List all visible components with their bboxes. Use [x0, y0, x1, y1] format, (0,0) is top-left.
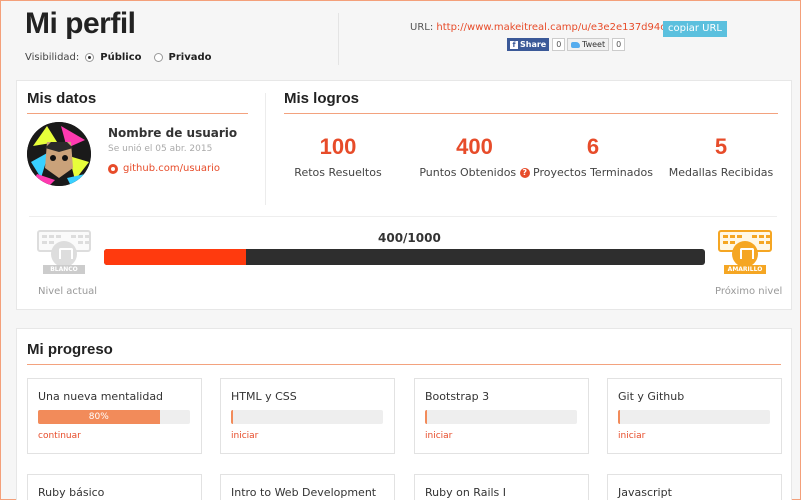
help-icon[interactable]: ? [519, 168, 530, 178]
progress-panel: Mi progreso Una nueva mentalidad 80% con… [16, 328, 792, 500]
mis-datos-underline [27, 113, 248, 114]
profile-url: URL: http://www.makeitreal.camp/u/e3e2e1… [410, 22, 688, 33]
section-divider [265, 93, 266, 205]
course-card[interactable]: Bootstrap 3 iniciar [414, 378, 589, 454]
avatar [27, 122, 91, 186]
course-title: HTML y CSS [231, 390, 297, 403]
joined-date: Se unió el 05 abr. 2015 [108, 144, 213, 154]
profile-panel: Mis datos Nombre de usuario Se unió el 0… [16, 80, 792, 310]
course-title: Git y Github [618, 390, 685, 403]
course-card[interactable]: Javascript [607, 474, 782, 500]
course-title: Ruby básico [38, 486, 105, 499]
stat-puntos: 400 Puntos Obtenidos ? [397, 134, 552, 179]
course-action-link[interactable]: iniciar [618, 431, 645, 441]
level-points: 400/1000 [378, 231, 441, 245]
stat-retos: 100 Retos Resueltos [278, 134, 398, 179]
mis-logros-title: Mis logros [284, 90, 360, 107]
fist-icon [732, 241, 758, 267]
course-action-link[interactable]: continuar [38, 431, 81, 441]
course-title: Ruby on Rails I [425, 486, 507, 499]
copy-url-button[interactable]: copiar URL [663, 21, 727, 37]
level-divider [29, 216, 777, 217]
visibility-option-public[interactable]: Público [100, 52, 141, 63]
facebook-share-button[interactable]: f Share [507, 38, 550, 51]
course-card[interactable]: Una nueva mentalidad 80% continuar [27, 378, 202, 454]
url-label: URL: [410, 22, 434, 33]
level-progress-fill [104, 249, 246, 265]
next-level-label: Próximo nivel [715, 286, 783, 297]
mi-progreso-underline [27, 364, 781, 365]
mis-logros-underline [284, 113, 778, 114]
header-divider [338, 13, 339, 65]
course-title: Bootstrap 3 [425, 390, 490, 403]
facebook-share[interactable]: f Share 0 [507, 38, 566, 51]
facebook-icon: f [510, 40, 518, 49]
course-progress-fill: 80% [38, 410, 160, 424]
current-level-label: Nivel actual [38, 286, 98, 297]
course-progress-bar: 80% [38, 410, 190, 424]
profile-header: Mi perfil Visibilidad: Público Privado U… [1, 1, 801, 81]
radio-private[interactable] [153, 53, 163, 62]
stat-proyectos: 6 Proyectos Terminados [533, 134, 653, 179]
mis-datos-title: Mis datos [27, 90, 97, 107]
current-level-badge: BLANCO [37, 230, 91, 278]
fist-icon [51, 241, 77, 267]
next-level-name: AMARILLO [724, 265, 766, 274]
visibility-option-private[interactable]: Privado [169, 52, 212, 63]
stat-value: 400 [456, 134, 493, 159]
stat-value: 5 [714, 134, 728, 159]
course-card[interactable]: Ruby básico [27, 474, 202, 500]
course-card[interactable]: Ruby on Rails I [414, 474, 589, 500]
stat-value: 6 [586, 134, 600, 159]
next-level-badge: AMARILLO [718, 230, 772, 278]
level-progress-bar [104, 249, 705, 265]
github-link-label[interactable]: github.com/usuario [123, 163, 220, 174]
stat-label: Medallas Recibidas [668, 166, 774, 179]
avatar-image [27, 122, 91, 186]
course-action-link[interactable]: iniciar [231, 431, 258, 441]
course-title: Javascript [618, 486, 672, 499]
visibility-label: Visibilidad: [25, 52, 80, 63]
course-progress-bar [618, 410, 770, 424]
course-card[interactable]: HTML y CSS iniciar [220, 378, 395, 454]
course-progress-fill [425, 410, 427, 424]
twitter-tweet-label: Tweet [582, 40, 606, 49]
stat-label: Retos Resueltos [294, 166, 382, 179]
course-title: Una nueva mentalidad [38, 390, 164, 403]
course-progress-fill [618, 410, 620, 424]
url-link[interactable]: http://www.makeitreal.camp/u/e3e2e137d94… [436, 22, 688, 33]
twitter-icon [571, 41, 580, 48]
username: Nombre de usuario [108, 126, 238, 140]
course-action-link[interactable]: iniciar [425, 431, 452, 441]
course-progress-fill [231, 410, 233, 424]
stat-label: Puntos Obtenidos [419, 166, 517, 179]
course-card[interactable]: Intro to Web Development [220, 474, 395, 500]
stat-label: Proyectos Terminados [533, 166, 653, 179]
mi-progreso-title: Mi progreso [27, 341, 113, 358]
twitter-tweet-button[interactable]: Tweet [567, 38, 610, 51]
page-title: Mi perfil [25, 7, 136, 40]
stat-label-row: Puntos Obtenidos ? [397, 166, 552, 179]
twitter-share[interactable]: Tweet 0 [567, 38, 626, 51]
facebook-share-label: Share [520, 40, 547, 49]
github-icon [108, 163, 118, 174]
visibility-selector: Visibilidad: Público Privado [25, 52, 212, 63]
course-title: Intro to Web Development [231, 486, 377, 499]
github-link[interactable]: github.com/usuario [108, 163, 220, 174]
twitter-tweet-count: 0 [612, 38, 626, 51]
stat-medallas: 5 Medallas Recibidas [661, 134, 781, 179]
radio-public[interactable] [85, 53, 95, 62]
course-progress-bar [425, 410, 577, 424]
facebook-share-count: 0 [552, 38, 566, 51]
course-card[interactable]: Git y Github iniciar [607, 378, 782, 454]
stat-value: 100 [319, 134, 357, 159]
course-progress-bar [231, 410, 383, 424]
current-level-name: BLANCO [43, 265, 85, 274]
